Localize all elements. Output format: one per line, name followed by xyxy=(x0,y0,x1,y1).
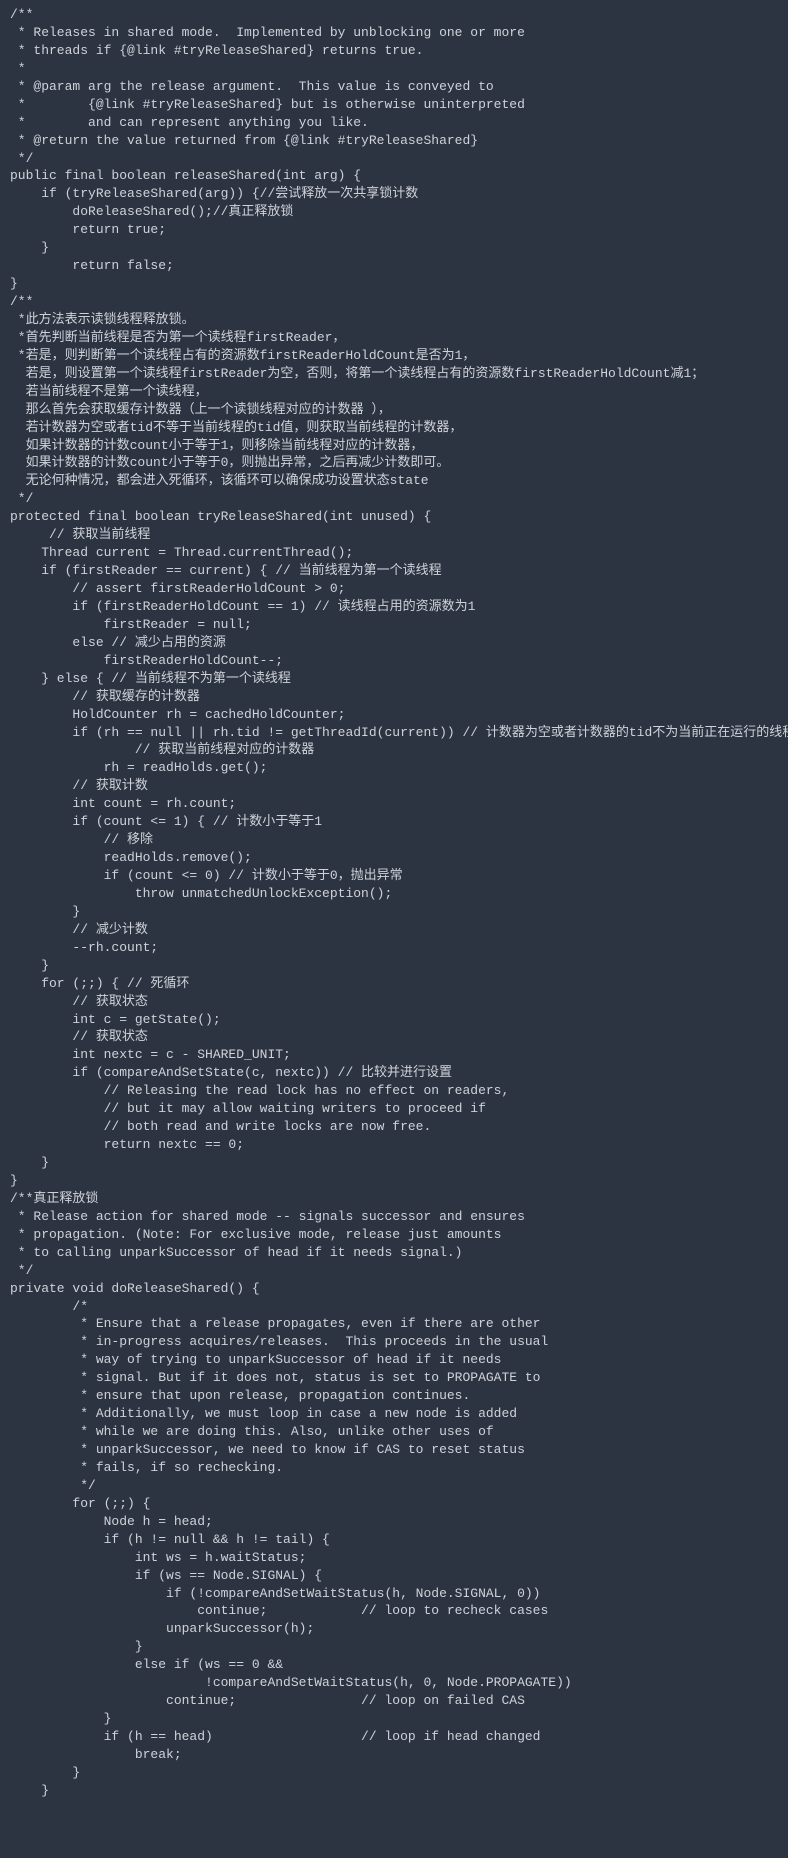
code-block: /** * Releases in shared mode. Implement… xyxy=(0,0,788,1820)
